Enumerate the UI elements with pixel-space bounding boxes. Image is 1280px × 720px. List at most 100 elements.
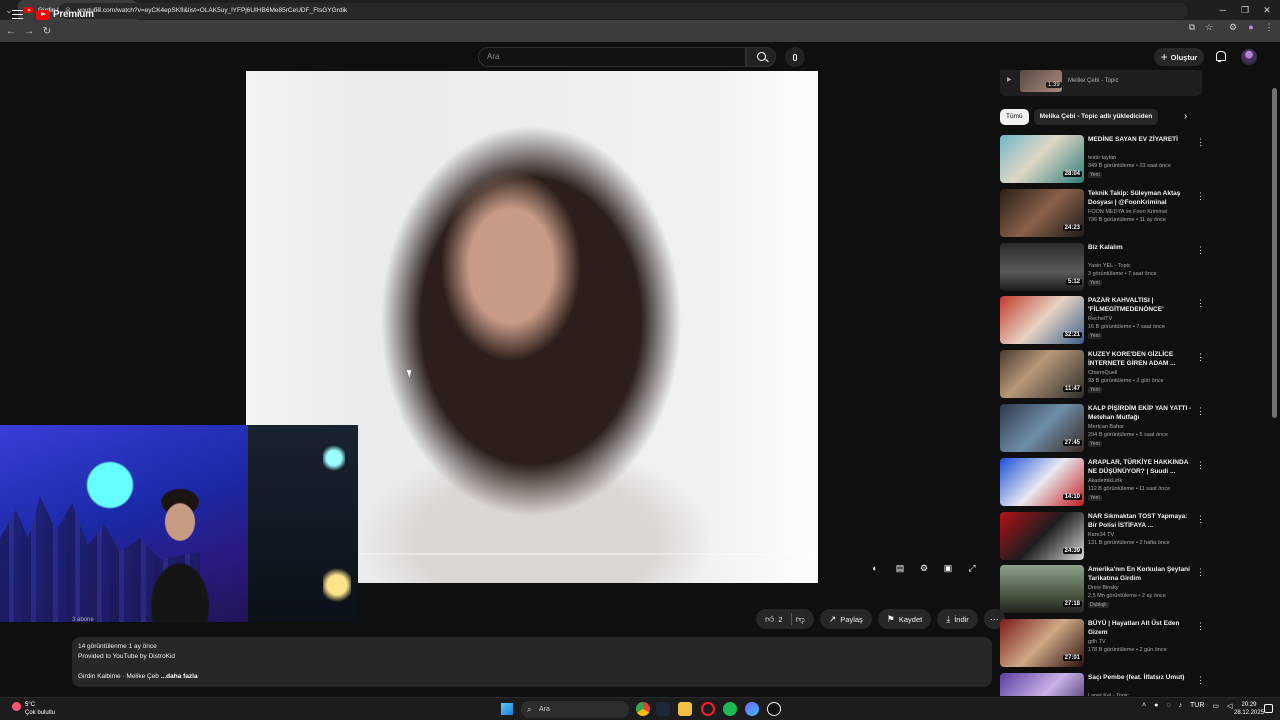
show-more-link[interactable]: ...daha fazla bbox=[161, 673, 198, 680]
url-field[interactable]: ⊜ youtube.com/watch?v=eyCK4epSKfI&list=O… bbox=[58, 3, 1188, 19]
recommended-video[interactable]: 28:04 MEDİNE SAYAN EV ZİYARETİ testo tayla… bbox=[1000, 135, 1206, 185]
like-button[interactable]: 👍︎ 2 👎︎ bbox=[756, 609, 814, 629]
filter-chip[interactable]: Melika Çebi - Topic adlı yüklediciden bbox=[1033, 109, 1159, 125]
forward-icon[interactable]: → bbox=[20, 26, 38, 37]
spotify-icon[interactable] bbox=[723, 702, 737, 716]
channel-name[interactable]: Mertcan Bahar bbox=[1088, 424, 1124, 430]
download-button[interactable]: ⤓ İndir bbox=[937, 609, 978, 629]
channel-name[interactable]: RechelTV bbox=[1088, 316, 1112, 322]
page-scrollbar[interactable] bbox=[1272, 88, 1277, 418]
video-title[interactable]: Teknik Takip: Süleyman Aktaş Dosyası | @… bbox=[1088, 189, 1194, 207]
video-title[interactable]: PAZAR KAHVALTISI | 'FİLMEGİTMEDENÖNCE' bbox=[1088, 296, 1194, 314]
video-title[interactable]: Biz Kalalım bbox=[1088, 243, 1194, 252]
browser-menu-icon[interactable]: ⋮ bbox=[1262, 22, 1276, 33]
recommended-video[interactable]: 27:18 Amerika'nın En Korkulan Şeytani Tar… bbox=[1000, 565, 1206, 615]
tray-chevron-icon[interactable]: ˄ bbox=[1142, 702, 1146, 710]
more-options-icon[interactable]: ⋮ bbox=[1196, 352, 1205, 363]
tray-app-icon[interactable]: ● bbox=[1154, 702, 1158, 710]
recommended-video[interactable]: 11:47 KUZEY KORE'DEN GİZLİCE İNTERNETE Gİ… bbox=[1000, 350, 1206, 400]
bookmark-star-icon[interactable]: ☆ bbox=[1202, 22, 1216, 33]
search-button[interactable] bbox=[746, 47, 776, 67]
account-avatar[interactable] bbox=[1241, 49, 1257, 65]
mic-tray-icon[interactable]: ♪ bbox=[1179, 702, 1183, 710]
more-options-icon[interactable]: ⋮ bbox=[1196, 621, 1205, 632]
miniplayer-icon[interactable]: ▣ bbox=[941, 563, 955, 575]
taskbar-clock[interactable]: 20:29 28.12.2025 bbox=[1234, 701, 1264, 717]
browser-app-icon[interactable] bbox=[745, 702, 759, 716]
channel-name[interactable]: Kare34 TV bbox=[1088, 532, 1114, 538]
voice-search-button[interactable] bbox=[785, 47, 805, 67]
channel-name[interactable]: testo taylan bbox=[1088, 155, 1116, 161]
obs-icon[interactable] bbox=[767, 702, 781, 716]
chrome-icon[interactable] bbox=[636, 702, 650, 716]
minimize-icon[interactable]: ─ bbox=[1212, 0, 1234, 20]
more-options-icon[interactable]: ⋮ bbox=[1196, 298, 1205, 309]
more-options-icon[interactable]: ⋮ bbox=[1196, 514, 1205, 525]
video-thumbnail[interactable] bbox=[1000, 673, 1084, 696]
recommended-video[interactable]: 24:23 Teknik Takip: Süleyman Aktaş Dosyas… bbox=[1000, 188, 1206, 239]
save-button[interactable]: ⚑ Kaydet bbox=[877, 609, 932, 629]
channel-name[interactable]: CharmQuell bbox=[1088, 370, 1117, 376]
notification-center-icon[interactable] bbox=[1264, 704, 1273, 713]
windows-start-icon[interactable] bbox=[501, 703, 513, 715]
video-title[interactable]: BÜYÜ | Hayatları Alt Üst Eden Gizem bbox=[1088, 619, 1194, 637]
video-title[interactable]: MEDİNE SAYAN EV ZİYARETİ bbox=[1088, 135, 1194, 144]
taskbar-search[interactable]: ⌕ Ara bbox=[521, 701, 629, 718]
channel-name[interactable]: Drew Binsky bbox=[1088, 585, 1119, 591]
install-app-icon[interactable]: ⧉ bbox=[1185, 22, 1199, 33]
more-options-icon[interactable]: ⋮ bbox=[1196, 191, 1205, 202]
fullscreen-icon[interactable]: ⤢ bbox=[965, 563, 979, 575]
search-input[interactable]: Ara bbox=[478, 47, 746, 67]
autoplay-toggle[interactable]: ◐ bbox=[868, 563, 882, 575]
video-title[interactable]: Amerika'nın En Korkulan Şeytani Tarikatı… bbox=[1088, 565, 1194, 583]
back-icon[interactable]: ← bbox=[2, 26, 20, 37]
file-explorer-icon[interactable] bbox=[678, 702, 692, 716]
channel-name[interactable]: Lanet Kel - Topic bbox=[1088, 693, 1129, 696]
opera-icon[interactable] bbox=[701, 702, 715, 716]
filter-chip[interactable]: Tümü bbox=[1000, 109, 1029, 125]
hamburger-menu-icon[interactable] bbox=[12, 10, 23, 19]
more-options-icon[interactable]: ⋮ bbox=[1196, 137, 1205, 148]
channel-name[interactable]: FOON MEDYA ve Foon Kriminal bbox=[1088, 209, 1167, 215]
chevron-right-icon[interactable]: › bbox=[1184, 111, 1187, 122]
video-description[interactable]: 14 görüntülenme 1 ay önce Provided to Yo… bbox=[72, 637, 992, 687]
youtube-premium-logo[interactable]: Premium TR bbox=[36, 7, 101, 20]
recommended-video[interactable]: 27:45 KALP PİŞİRDİM EKİP YAN YATTI - Mete… bbox=[1000, 404, 1206, 454]
network-icon[interactable]: ◌ bbox=[1166, 702, 1170, 710]
more-options-icon[interactable]: ⋮ bbox=[1196, 406, 1205, 417]
volume-icon[interactable]: ◁ bbox=[1227, 702, 1232, 710]
share-button[interactable]: ↗ Paylaş bbox=[819, 609, 872, 629]
reload-icon[interactable]: ↻ bbox=[38, 26, 56, 37]
more-options-icon[interactable]: ⋮ bbox=[1196, 460, 1205, 471]
video-progress-bar[interactable] bbox=[360, 553, 810, 555]
channel-name[interactable]: gdh TV bbox=[1088, 639, 1106, 645]
video-title[interactable]: KUZEY KORE'DEN GİZLİCE İNTERNETE GİREN A… bbox=[1088, 350, 1194, 368]
thumbs-down-icon[interactable]: 👎︎ bbox=[796, 614, 805, 625]
maximize-icon[interactable]: ❐ bbox=[1234, 0, 1256, 20]
steam-icon[interactable] bbox=[656, 702, 670, 716]
playlist-item[interactable]: ▶ 1:39 Melike Çebi - Topic bbox=[1000, 70, 1202, 96]
video-title[interactable]: NAR Sıkmaktan TOST Yapmaya: Bir Polisi İ… bbox=[1088, 512, 1194, 530]
recommended-video[interactable]: 32:21 PAZAR KAHVALTISI | 'FİLMEGİTMEDENÖN… bbox=[1000, 296, 1206, 346]
channel-name[interactable]: AkademikLink bbox=[1088, 478, 1122, 484]
language-indicator[interactable]: TUR bbox=[1190, 702, 1204, 710]
notifications-bell-icon[interactable] bbox=[1214, 51, 1226, 62]
settings-gear-icon[interactable]: ⚙ bbox=[917, 563, 931, 575]
recommended-video[interactable]: 27:01 BÜYÜ | Hayatları Alt Üst Eden Gizem… bbox=[1000, 619, 1206, 669]
more-options-icon[interactable]: ⋮ bbox=[1196, 675, 1205, 686]
recommended-video[interactable]: 24:39 NAR Sıkmaktan TOST Yapmaya: Bir Pol… bbox=[1000, 511, 1206, 562]
video-title[interactable]: KALP PİŞİRDİM EKİP YAN YATTI - Metehan M… bbox=[1088, 404, 1194, 422]
extensions-icon[interactable]: ⚙ bbox=[1226, 22, 1240, 33]
video-title[interactable]: Saçı Pembe (feat. İlfatsız Umut) bbox=[1088, 673, 1194, 682]
close-window-icon[interactable]: ✕ bbox=[1256, 0, 1278, 20]
profile-icon[interactable]: ● bbox=[1244, 22, 1258, 32]
recommended-video[interactable]: Saçı Pembe (feat. İlfatsız Umut) Lanet Ke… bbox=[1000, 673, 1206, 696]
video-title[interactable]: ARAPLAR, TÜRKİYE HAKKINDA NE DÜŞÜNÜYOR? … bbox=[1088, 458, 1194, 476]
subtitles-icon[interactable]: ▤ bbox=[893, 563, 907, 575]
more-options-icon[interactable]: ⋮ bbox=[1196, 245, 1205, 256]
recommended-video[interactable]: 14:10 ARAPLAR, TÜRKİYE HAKKINDA NE DÜŞÜNÜ… bbox=[1000, 457, 1206, 508]
more-options-icon[interactable]: ⋮ bbox=[1196, 567, 1205, 578]
create-button[interactable]: + Oluştur bbox=[1154, 48, 1204, 66]
channel-name[interactable]: Yasin YEL - Topic bbox=[1088, 263, 1131, 269]
display-icon[interactable]: ▭ bbox=[1212, 702, 1219, 710]
